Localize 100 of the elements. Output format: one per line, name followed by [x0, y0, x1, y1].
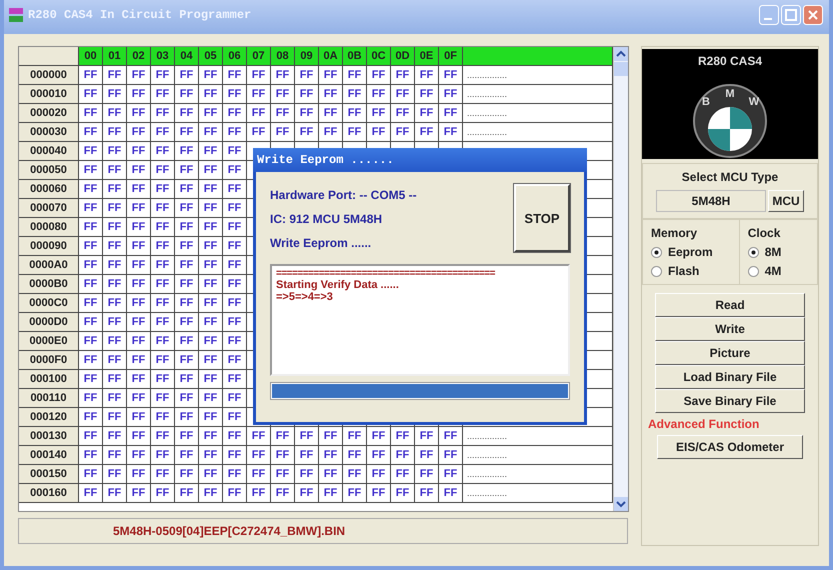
hex-cell: FF [127, 180, 151, 199]
hex-cell: FF [127, 142, 151, 161]
hex-cell: FF [79, 237, 103, 256]
hex-cell: FF [199, 389, 223, 408]
hex-cell: FF [391, 85, 415, 104]
hex-cell: FF [199, 332, 223, 351]
separator-text: ========================================= [276, 268, 496, 279]
hex-cell: FF [319, 446, 343, 465]
scroll-thumb[interactable] [614, 62, 628, 76]
hex-cell: FF [223, 408, 247, 427]
hex-cell: FF [127, 275, 151, 294]
hex-cell: FF [151, 446, 175, 465]
hex-cell: FF [79, 142, 103, 161]
hex-cell: FF [103, 161, 127, 180]
hex-cell: FF [199, 370, 223, 389]
hex-cell: FF [295, 484, 319, 503]
hex-cell: FF [343, 66, 367, 85]
hex-cell: FF [391, 446, 415, 465]
hex-cell: FF [151, 142, 175, 161]
minimize-icon[interactable] [759, 5, 779, 25]
hex-cell: FF [79, 85, 103, 104]
hex-cell: FF [103, 389, 127, 408]
hex-cell: FF [151, 161, 175, 180]
hex-cell: FF [175, 180, 199, 199]
radio-icon[interactable] [651, 266, 662, 276]
stop-button[interactable]: STOP [514, 184, 570, 252]
column-header: 0F [439, 47, 463, 66]
group-title: Select MCU Type [682, 170, 778, 184]
address-cell: 000080 [19, 218, 79, 237]
action-button[interactable]: Load Binary File [655, 365, 805, 389]
hex-cell: FF [295, 465, 319, 484]
group-title: Memory [651, 226, 698, 240]
hex-cell: FF [103, 66, 127, 85]
action-button[interactable]: Read [655, 293, 805, 317]
radio-option[interactable]: 8M [748, 245, 809, 259]
hex-cell: FF [127, 465, 151, 484]
column-header: 08 [271, 47, 295, 66]
hex-cell: FF [79, 313, 103, 332]
info-text: Write Eeprom ...... [270, 236, 372, 250]
odometer-button[interactable]: EIS/CAS Odometer [657, 435, 803, 459]
radio-icon[interactable] [748, 266, 759, 276]
hex-cell: FF [319, 66, 343, 85]
hex-cell: FF [271, 446, 295, 465]
action-button[interactable]: Save Binary File [655, 389, 805, 413]
hex-cell: FF [175, 275, 199, 294]
hex-cell: FF [79, 66, 103, 85]
hex-cell: FF [199, 294, 223, 313]
hex-cell: FF [151, 370, 175, 389]
hex-cell: FF [319, 427, 343, 446]
address-cell: 000140 [19, 446, 79, 465]
hex-cell: FF [103, 180, 127, 199]
radio-icon[interactable] [748, 246, 759, 258]
maximize-icon[interactable] [781, 5, 801, 25]
hex-cell: FF [199, 313, 223, 332]
column-header: 07 [247, 47, 271, 66]
hex-cell: FF [199, 123, 223, 142]
address-cell: 000040 [19, 142, 79, 161]
hex-cell: FF [391, 123, 415, 142]
hex-cell: FF [175, 427, 199, 446]
hex-cell: FF [415, 123, 439, 142]
column-header: 00 [79, 47, 103, 66]
hex-cell: FF [223, 123, 247, 142]
mcu-button[interactable]: MCU [768, 190, 804, 212]
hex-cell: FF [127, 218, 151, 237]
hex-cell: FF [103, 332, 127, 351]
radio-option[interactable]: Eeprom [651, 245, 731, 259]
scroll-down-icon[interactable] [614, 497, 628, 511]
hex-cell: FF [199, 85, 223, 104]
hex-cell: FF [127, 408, 151, 427]
hex-cell: FF [79, 389, 103, 408]
info-text: Hardware Port: -- COM5 -- [270, 188, 417, 202]
radio-option[interactable]: Flash [651, 264, 731, 278]
column-header: 01 [103, 47, 127, 66]
hex-cell: FF [127, 294, 151, 313]
close-icon[interactable] [803, 5, 823, 25]
hex-cell: FF [127, 484, 151, 503]
hex-cell: FF [271, 484, 295, 503]
hex-cell: FF [223, 161, 247, 180]
hex-cell: FF [103, 427, 127, 446]
hex-cell: FF [247, 465, 271, 484]
hex-cell: FF [247, 85, 271, 104]
radio-icon[interactable] [651, 246, 662, 258]
column-header: 0B [343, 47, 367, 66]
hex-cell: FF [199, 104, 223, 123]
mcu-field[interactable]: 5M48H [656, 190, 766, 212]
scroll-up-icon[interactable] [614, 47, 628, 61]
hex-cell: FF [199, 446, 223, 465]
hex-cell: FF [415, 85, 439, 104]
hex-cell: FF [199, 408, 223, 427]
hex-cell: FF [223, 465, 247, 484]
radio-option[interactable]: 4M [748, 264, 809, 278]
scrollbar[interactable] [613, 47, 628, 511]
address-cell: 000010 [19, 85, 79, 104]
action-button[interactable]: Write [655, 317, 805, 341]
address-cell: 000050 [19, 161, 79, 180]
hex-cell: FF [175, 313, 199, 332]
address-cell: 000020 [19, 104, 79, 123]
hex-cell: FF [103, 313, 127, 332]
action-button[interactable]: Picture [655, 341, 805, 365]
hex-cell: FF [439, 427, 463, 446]
